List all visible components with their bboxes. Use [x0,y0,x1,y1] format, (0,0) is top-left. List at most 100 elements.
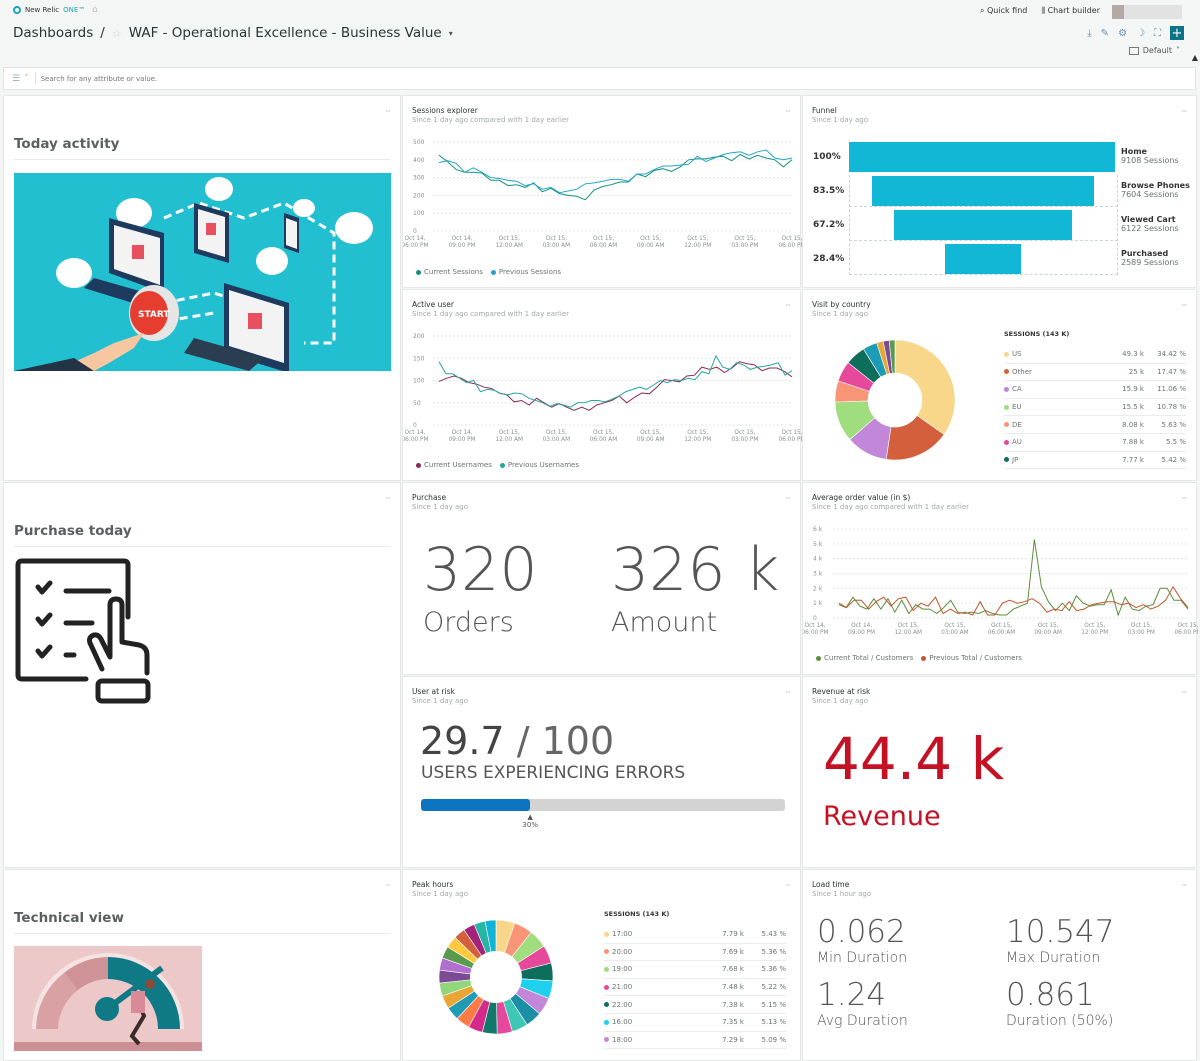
x-tick-label: Oct 15, [593,430,614,436]
legend-table-row[interactable]: 16:00 7.35 k 5.13 % [604,1014,786,1032]
min-duration-label: Min Duration [817,950,908,966]
legend-table-row[interactable]: 20:00 7.69 k 5.36 % [604,944,786,962]
legend-item[interactable]: Current Total / Customers [816,654,913,662]
widget-menu-button[interactable]: ··· [1181,301,1187,310]
legend-table-row[interactable]: 21:00 7.48 k 5.22 % [604,979,786,997]
row-value: 7.68 k [722,965,744,974]
funnel-step[interactable] [849,141,1118,173]
donut-slice [894,339,956,435]
x-tick-label: Oct 15, [781,430,802,436]
legend-label: Previous Usernames [507,461,579,469]
collapse-caret-icon[interactable]: ▲ [1192,53,1198,62]
quick-find-button[interactable]: ⌕ Quick find [980,6,1027,16]
x-tick-label: Oct 15, [687,236,708,242]
legend-table-row[interactable]: Other 25 k 17.47 % [1004,364,1186,382]
legend-table-row[interactable]: JP 7.77 k 5.42 % [1004,452,1186,470]
funnel-step[interactable] [849,175,1118,207]
legend-table-row[interactable]: DE 8.08 k 5.63 % [1004,416,1186,434]
chart-builder-button[interactable]: ⫼ Chart builder [1041,6,1100,16]
x-tick-label: Oct 14, [452,236,473,242]
widget-menu-button[interactable]: ··· [1181,107,1187,116]
widget-menu-button[interactable]: ··· [385,881,391,890]
funnel-percent: 28.4% [813,254,845,264]
x-tick-label: Oct 15, [781,236,802,242]
widget-menu-button[interactable]: ··· [785,494,791,503]
markdown-divider [14,933,390,934]
widget-purchase: Purchase Since 1 day ago ··· 320 Orders … [402,482,801,675]
legend-table-row[interactable]: AU 7.88 k 5.5 % [1004,434,1186,452]
filter-search-input[interactable] [40,74,641,83]
progress-marker: ▲ 30% [522,813,538,829]
widget-menu-button[interactable]: ··· [1181,688,1187,697]
widget-menu-button[interactable]: ··· [785,107,791,116]
active-user-line-chart[interactable]: 050100150200Oct 14,06:00 PMOct 14,09:00 … [403,328,802,453]
x-tick-label: 06:00 AM [988,630,1016,636]
country-donut-chart[interactable] [833,338,957,462]
legend-swatch [1004,457,1009,463]
row-value: 7.77 k [1122,455,1144,464]
widget-menu-button[interactable]: ··· [785,688,791,697]
widget-menu-button[interactable]: ··· [1181,494,1187,503]
widget-menu-button[interactable]: ··· [785,881,791,890]
legend-item[interactable]: Previous Total / Customers [921,654,1022,662]
view-mode-select[interactable]: Default ˅ [1128,46,1180,55]
x-tick-label: 09:00 AM [1034,630,1062,636]
legend-item[interactable]: Previous Usernames [499,461,579,469]
min-duration-value: 0.062 [817,914,906,950]
fullscreen-icon[interactable]: ⛶ [1154,28,1161,39]
widget-menu-button[interactable]: ··· [385,494,391,503]
dark-mode-moon-icon[interactable]: ☽ [1136,28,1145,39]
add-widget-plus-icon[interactable]: + [1170,26,1184,41]
legend-item[interactable]: Previous Sessions [490,268,561,276]
legend-table-row[interactable]: 18:00 7.29 k 5.09 % [604,1032,786,1050]
filter-icon[interactable]: ☰ [12,74,20,84]
funnel-label: Viewed Cart 6122 Sessions [1121,215,1179,233]
new-relic-logo[interactable]: New Relic ONE™ [13,6,85,14]
x-tick-label: 09:00 PM [848,630,875,636]
row-label: DE [1004,421,1099,429]
row-value: 15.9 k [1122,385,1144,394]
favorite-star-icon[interactable]: ☆ [112,27,122,40]
title-chevron-down-icon[interactable]: ▾ [449,29,453,38]
widget-title: Purchase [412,493,447,502]
filter-chevron-down-icon[interactable]: ˅ [24,74,29,84]
row-name: 22:00 [612,1000,633,1009]
x-tick-label: 03:00 PM [1128,630,1155,636]
legend-table-row[interactable]: 17:00 7.79 k 5.43 % [604,926,786,944]
funnel-step-name: Purchased [1121,249,1169,258]
breadcrumb-dashboards[interactable]: Dashboards [13,25,93,41]
x-tick-label: 06:00 PM [403,437,429,443]
legend-table-row[interactable]: CA 15.9 k 11.06 % [1004,381,1186,399]
row-name: US [1012,350,1022,359]
download-icon[interactable]: ⤓ [1087,28,1091,39]
x-tick-label: Oct 15, [734,430,755,436]
funnel-step[interactable] [849,243,1118,275]
x-tick-label: 09:00 PM [449,243,476,249]
legend-item[interactable]: Current Usernames [416,461,492,469]
y-tick-label: 3 k [813,571,823,578]
sessions-line-chart[interactable]: 0100200300400500Oct 14,06:00 PMOct 14,09… [403,134,802,259]
legend-table-row[interactable]: US 49.3 k 34.42 % [1004,346,1186,364]
account-menu[interactable] [1112,5,1182,19]
row-percent: 5.09 % [761,1035,786,1044]
row-percent: 11.06 % [1157,385,1186,394]
widget-menu-button[interactable]: ··· [785,301,791,310]
legend-table-row[interactable]: EU 15.5 k 10.78 % [1004,399,1186,417]
legend-swatch [604,949,609,955]
widget-menu-button[interactable]: ··· [385,107,391,116]
x-tick-label: 06:00 PM [778,243,802,249]
peak-hours-donut-chart[interactable] [437,918,555,1036]
row-name: AU [1012,438,1022,447]
edit-pencil-icon[interactable]: ✎ [1101,28,1109,39]
average-order-line-chart[interactable]: 01 k2 k3 k4 k5 k6 kOct 14,06:00 PMOct 14… [803,521,1198,646]
settings-gear-icon[interactable]: ⚙ [1118,28,1127,39]
legend-item[interactable]: Current Sessions [416,268,483,276]
widget-menu-button[interactable]: ··· [1181,881,1187,890]
row-percent: 17.47 % [1157,367,1186,376]
home-icon[interactable]: ⌂ [92,5,98,15]
legend-table-row[interactable]: 22:00 7.38 k 5.15 % [604,996,786,1014]
funnel-step[interactable] [849,209,1118,241]
x-tick-label: Oct 14, [804,623,825,629]
row-percent: 5.63 % [1161,420,1186,429]
legend-table-row[interactable]: 19:00 7.68 k 5.36 % [604,961,786,979]
